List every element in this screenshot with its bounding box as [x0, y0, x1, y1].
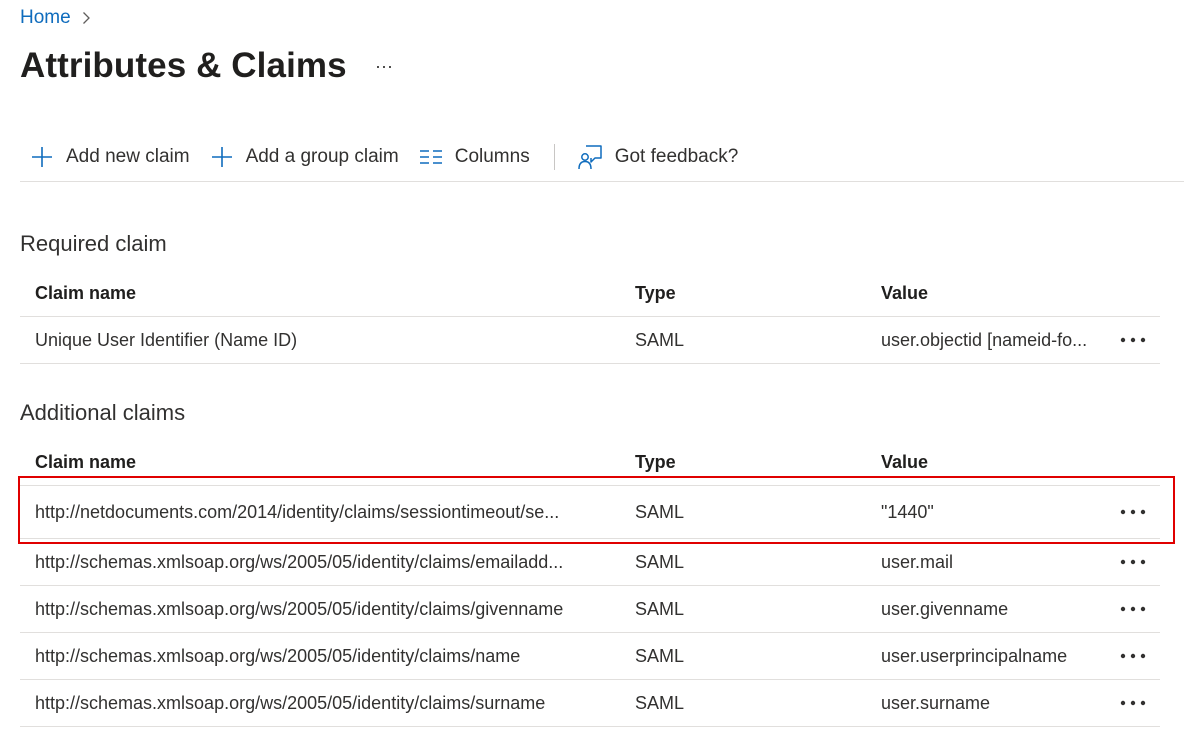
table-header-row: Claim name Type Value — [20, 270, 1160, 317]
claim-type-cell: SAML — [635, 598, 685, 619]
add-new-claim-button[interactable]: Add new claim — [20, 135, 200, 179]
table-row[interactable]: http://schemas.xmlsoap.org/ws/2005/05/id… — [20, 586, 1160, 633]
claim-value-cell: user.mail — [881, 551, 954, 572]
column-header-type[interactable]: Type — [635, 452, 865, 473]
claim-value-cell: user.givenname — [881, 598, 1009, 619]
row-more-options-button[interactable] — [1116, 594, 1150, 624]
additional-claims-table: Claim name Type Value http://netdocument… — [20, 439, 1160, 727]
row-more-options-button[interactable] — [1116, 547, 1150, 577]
claim-name-cell: Unique User Identifier (Name ID) — [35, 329, 298, 350]
add-group-claim-label: Add a group claim — [245, 145, 399, 167]
claim-type-cell: SAML — [635, 501, 685, 522]
add-new-claim-label: Add new claim — [66, 145, 190, 167]
row-more-options-button[interactable] — [1116, 641, 1150, 671]
claim-name-cell: http://schemas.xmlsoap.org/ws/2005/05/id… — [35, 598, 564, 619]
claim-value-cell: user.userprincipalname — [881, 645, 1068, 666]
required-claims-table: Claim name Type Value Unique User Identi… — [20, 270, 1160, 364]
columns-button[interactable]: Columns — [409, 135, 540, 179]
feedback-button[interactable]: Got feedback? — [567, 135, 749, 179]
required-claim-heading: Required claim — [20, 231, 167, 256]
command-bar: Add new claim Add a group claim Columns … — [20, 132, 1184, 182]
chevron-right-icon — [78, 10, 94, 26]
claim-name-cell: http://netdocuments.com/2014/identity/cl… — [35, 501, 560, 522]
more-horizontal-icon — [1120, 509, 1146, 515]
table-header-row: Claim name Type Value — [20, 439, 1160, 486]
feedback-icon — [577, 144, 602, 169]
claim-name-cell: http://schemas.xmlsoap.org/ws/2005/05/id… — [35, 645, 521, 666]
plus-icon — [211, 146, 232, 167]
column-header-type[interactable]: Type — [635, 283, 865, 304]
table-row[interactable]: http://schemas.xmlsoap.org/ws/2005/05/id… — [20, 680, 1160, 727]
claim-type-cell: SAML — [635, 551, 685, 572]
claim-value-cell: user.objectid [nameid-fo... — [881, 329, 1088, 350]
more-horizontal-icon — [1120, 700, 1146, 706]
additional-claims-heading: Additional claims — [20, 400, 186, 425]
claim-type-cell: SAML — [635, 645, 685, 666]
table-row[interactable]: http://schemas.xmlsoap.org/ws/2005/05/id… — [20, 539, 1160, 586]
claim-value-cell: user.surname — [881, 692, 991, 713]
more-horizontal-icon — [1120, 337, 1146, 343]
more-horizontal-icon — [1120, 606, 1146, 612]
claim-value-cell: "1440" — [881, 501, 934, 522]
more-horizontal-icon — [1120, 653, 1146, 659]
row-more-options-button[interactable] — [1116, 325, 1150, 355]
columns-label: Columns — [454, 145, 530, 167]
breadcrumb: Home — [20, 6, 94, 30]
table-row[interactable]: Unique User Identifier (Name ID) SAML us… — [20, 317, 1160, 364]
column-header-claim-name[interactable]: Claim name — [35, 283, 623, 304]
table-row[interactable]: http://netdocuments.com/2014/identity/cl… — [20, 486, 1160, 539]
claim-name-cell: http://schemas.xmlsoap.org/ws/2005/05/id… — [35, 692, 546, 713]
row-more-options-button[interactable] — [1116, 497, 1150, 527]
claim-type-cell: SAML — [635, 692, 685, 713]
page-title: Attributes & Claims — [20, 46, 347, 85]
page-more-options-button[interactable]: ··· — [370, 54, 398, 78]
plus-icon — [32, 146, 52, 167]
add-group-claim-button[interactable]: Add a group claim — [200, 135, 409, 179]
claim-type-cell: SAML — [635, 329, 685, 350]
breadcrumb-home-link[interactable]: Home — [20, 7, 71, 29]
column-header-claim-name[interactable]: Claim name — [35, 452, 623, 473]
column-header-value[interactable]: Value — [881, 283, 1111, 304]
column-header-value[interactable]: Value — [881, 452, 1111, 473]
claim-name-cell: http://schemas.xmlsoap.org/ws/2005/05/id… — [35, 551, 564, 572]
table-row[interactable]: http://schemas.xmlsoap.org/ws/2005/05/id… — [20, 633, 1160, 680]
columns-icon — [419, 149, 442, 164]
feedback-label: Got feedback? — [614, 145, 739, 167]
row-more-options-button[interactable] — [1116, 688, 1150, 718]
more-horizontal-icon — [1120, 559, 1146, 565]
toolbar-divider — [553, 143, 555, 170]
